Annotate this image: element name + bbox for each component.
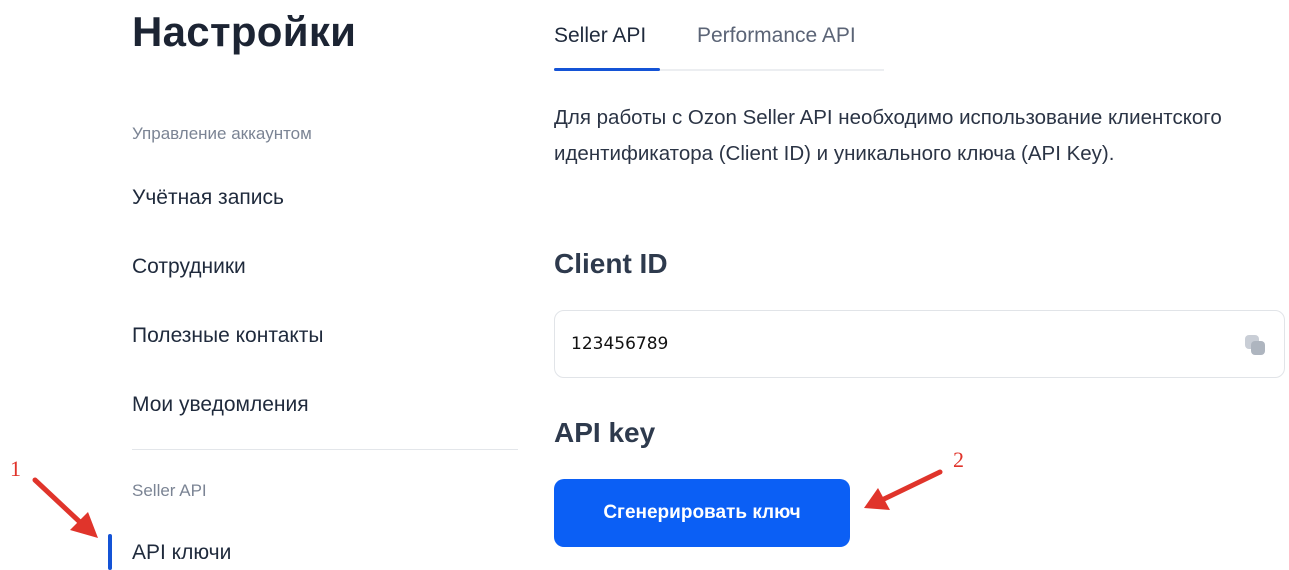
annotation-number-1: 1 (10, 456, 21, 481)
sidebar-section-account: Управление аккаунтом (132, 124, 312, 143)
client-id-heading: Client ID (554, 248, 668, 279)
copy-icon[interactable] (1243, 333, 1267, 357)
annotation-number-2: 2 (953, 447, 964, 472)
sidebar-item-api-keys[interactable]: API ключи (132, 541, 231, 565)
annotation-arrow-1-icon (32, 477, 98, 538)
generate-key-button[interactable]: Сгенерировать ключ (554, 479, 850, 547)
annotation-arrow-2-icon (864, 469, 943, 510)
sidebar-item-employees[interactable]: Сотрудники (132, 255, 246, 279)
sidebar-section-seller-api: Seller API (132, 481, 207, 500)
tab-seller-api[interactable]: Seller API (554, 24, 646, 48)
sidebar-item-useful-contacts[interactable]: Полезные контакты (132, 324, 324, 348)
api-key-heading: API key (554, 417, 656, 448)
sidebar-divider (132, 449, 518, 450)
page-title: Настройки (132, 8, 357, 55)
active-item-marker (108, 534, 112, 570)
sidebar-item-notifications[interactable]: Мои уведомления (132, 393, 309, 417)
api-description: Для работы с Ozon Seller API необходимо … (554, 106, 1222, 165)
tab-performance-api[interactable]: Performance API (697, 24, 856, 48)
tab-active-indicator (554, 68, 660, 71)
client-id-value: 123456789 (571, 334, 669, 354)
sidebar-item-account[interactable]: Учётная запись (132, 186, 284, 210)
client-id-field[interactable]: 123456789 (554, 310, 1285, 378)
